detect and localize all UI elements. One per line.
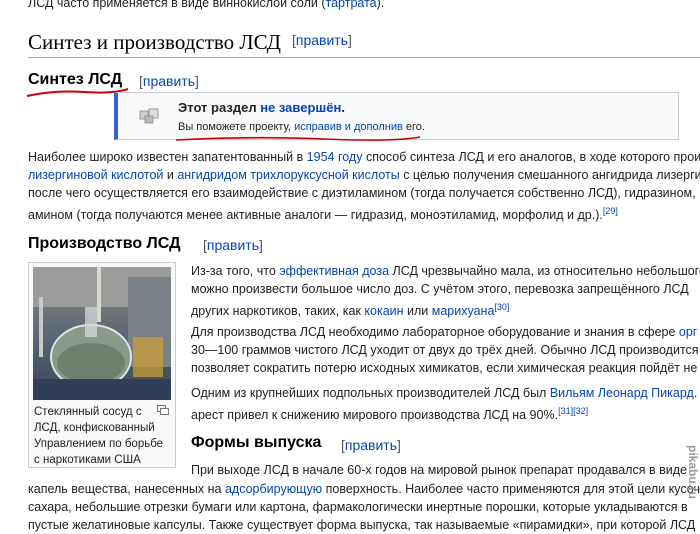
link-effective-dose[interactable]: эффективная доза [279,264,389,278]
intro-line: ЛСД часто применяется в виде виннокислой… [28,0,384,12]
subsection-title-production: Производство ЛСД [28,235,181,252]
image-thumbnail[interactable]: Стеклянный сосуд с ЛСД, конфискованный У… [28,262,176,468]
production-p1-line1: Из-за того, что эффективная доза ЛСД чре… [191,264,700,278]
glass-flask-photo[interactable] [33,267,171,400]
production-p2-line3: позволяет сократить потерю исходных хими… [191,361,698,375]
link-1954[interactable]: 1954 году [307,150,363,164]
ref-29[interactable]: [29] [603,206,618,216]
edit-link-forms[interactable]: [править] [341,437,401,453]
synthesis-paragraph-line4: амином (тогда получаются менее активные … [28,206,618,223]
link-marijuana[interactable]: марихуана [432,304,495,318]
synthesis-paragraph-line1: Наиболее широко известен запатентованный… [28,150,700,164]
ref-31-32[interactable]: [31][32] [558,406,588,416]
notice-title: Этот раздел не завершён. [178,100,345,115]
puzzle-icon [138,107,162,128]
production-p3-line2: арест привел к снижению мирового произво… [191,406,589,423]
notice-subtitle: Вы поможете проекту, исправив и дополнив… [178,121,425,133]
subsection-title-forms: Формы выпуска [191,434,322,451]
production-p3-line1: Одним из крупнейших подпольных производи… [191,386,700,400]
incomplete-link[interactable]: не завершён [260,100,341,115]
forms-paragraph-line3: сахара, небольшие отрезки бумаги или кар… [28,500,688,514]
forms-paragraph-line1: При выходе ЛСД в начале 60-х годов на ми… [191,463,687,477]
production-p2-line2: 30—100 граммов чистого ЛСД уходит от дву… [191,343,699,357]
edit-link-section[interactable]: [править] [292,32,352,48]
production-p1-line3: других наркотиков, таких, как кокаин или… [191,302,510,319]
thumb-caption: Стеклянный сосуд с ЛСД, конфискованный У… [34,406,164,466]
section-divider [28,57,700,58]
link-trichloroacetic-anhydride[interactable]: ангидридом трихлоруксусной кислоты [177,168,399,182]
tartrate-link[interactable]: тартрата [326,0,377,10]
ref-30[interactable]: [30] [494,302,509,312]
link-lysergic-acid[interactable]: лизергиновой кислотой [28,168,163,182]
incomplete-section-notice: Этот раздел не завершён. Вы поможете про… [114,92,679,140]
synthesis-paragraph-line2: лизергиновой кислотой и ангидридом трихл… [28,168,700,182]
link-adsorbing[interactable]: адсорбирующую [225,482,322,496]
production-p2-line1: Для производства ЛСД необходимо лаборато… [191,325,698,339]
forms-paragraph-line2: капель вещества, нанесенных на адсорбиру… [28,482,700,496]
section-title-synthesis-production: Синтез и производство ЛСД [28,30,281,54]
pikabu-watermark: pikabu.ru [686,445,700,500]
red-underline-annotation-notice [175,136,421,141]
edit-link-production[interactable]: [править] [203,237,263,253]
link-william-pickard[interactable]: Вильям Леонард Пикард [550,386,694,400]
link-cocaine[interactable]: кокаин [364,304,403,318]
forms-paragraph-line4: пустые желатиновые капсулы. Также сущест… [28,518,696,532]
edit-link-synthesis[interactable]: [править] [139,73,199,89]
synthesis-paragraph-line3: после чего осуществляется его взаимодейс… [28,186,696,200]
link-organic[interactable]: орг [679,325,697,339]
production-p1-line2: можно произвести большое число доз. С уч… [191,282,689,296]
edit-and-expand-link[interactable]: исправив и дополнив [294,121,403,133]
